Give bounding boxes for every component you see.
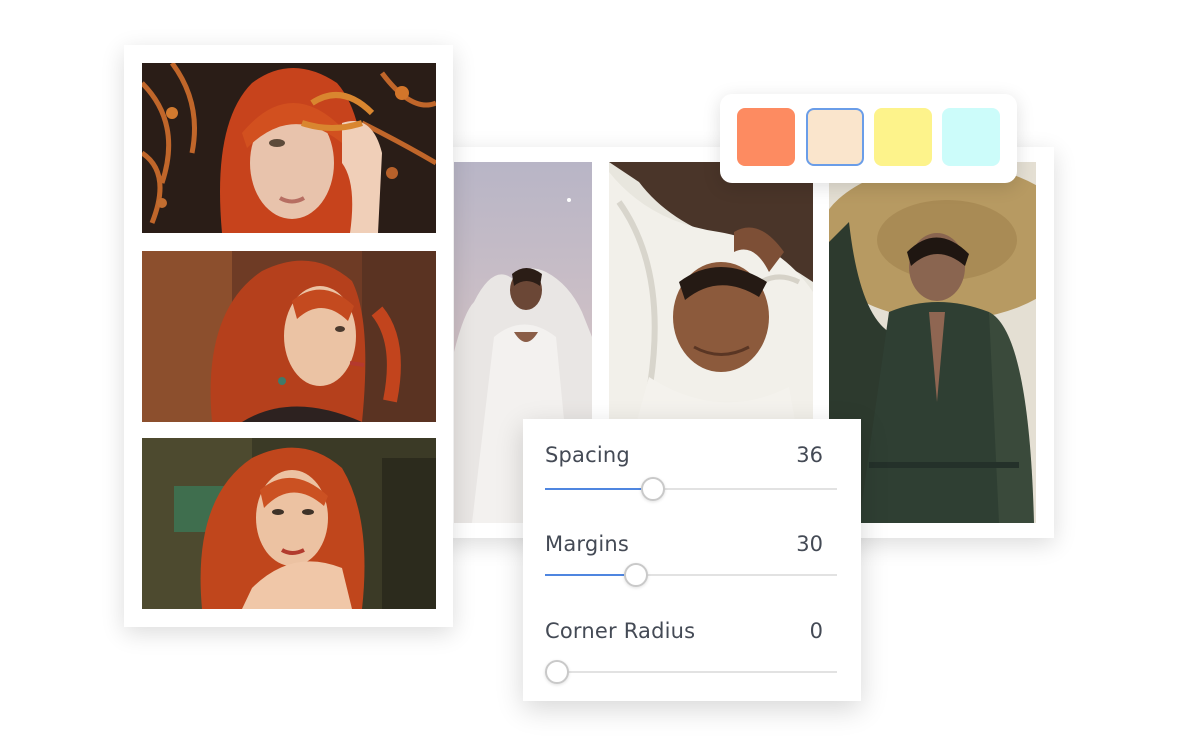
photo-red-hair-leaves[interactable]: [142, 63, 436, 233]
margins-slider-thumb[interactable]: [623, 563, 648, 587]
spacing-slider-thumb[interactable]: [641, 477, 666, 501]
color-swatch-yellow[interactable]: [874, 108, 932, 166]
corner-radius-slider-thumb[interactable]: [545, 660, 569, 684]
photo-red-hair-profile[interactable]: [142, 251, 436, 422]
spacing-slider[interactable]: [545, 477, 837, 501]
color-swatch-coral[interactable]: [737, 108, 795, 166]
layout-settings-panel: Spacing 36 Margins 30 Corner Radius 0: [523, 419, 861, 701]
margins-value: 30: [796, 532, 823, 556]
color-picker-panel: [720, 94, 1017, 183]
spacing-label: Spacing: [545, 443, 630, 467]
corner-radius-value: 0: [809, 619, 823, 643]
spacing-value: 36: [796, 443, 823, 467]
color-swatch-cream[interactable]: [806, 108, 864, 166]
corner-radius-slider[interactable]: [545, 660, 837, 684]
corner-radius-label: Corner Radius: [545, 619, 696, 643]
photo-red-hair-hand-chin[interactable]: [142, 438, 436, 609]
margins-slider-fill: [545, 574, 636, 576]
margins-slider[interactable]: [545, 563, 837, 587]
spacing-slider-fill: [545, 488, 654, 490]
collage-card-front: [124, 45, 453, 627]
color-swatch-aqua[interactable]: [942, 108, 1000, 166]
margins-label: Margins: [545, 532, 630, 556]
